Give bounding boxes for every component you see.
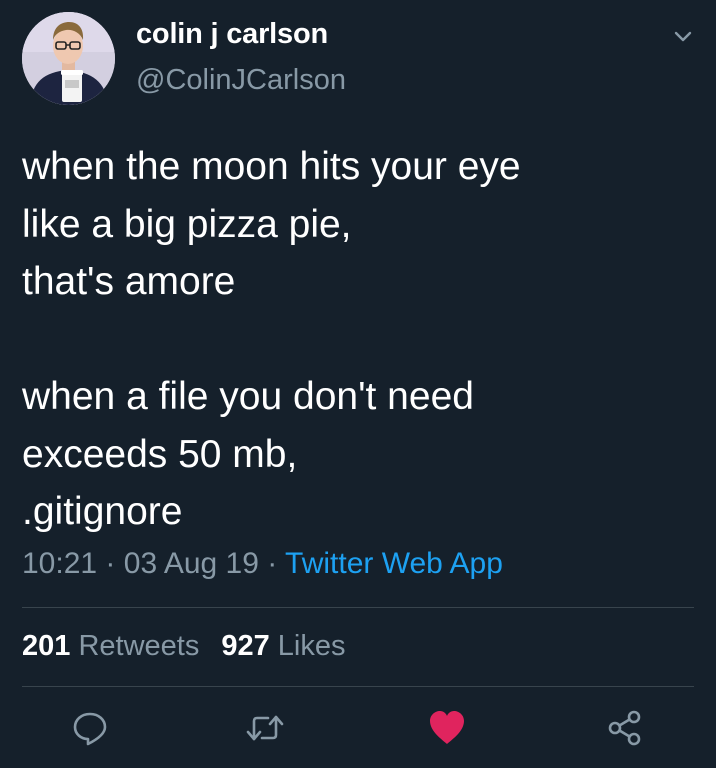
tweet-line: when a file you don't need [22,375,474,418]
tweet: colin j carlson @ColinJCarlson when the … [0,0,716,768]
tweet-line: when the moon hits your eye [22,145,521,188]
tweet-line: exceeds 50 mb, [22,432,298,476]
divider [22,686,694,687]
likes-label: Likes [277,630,346,662]
meta-separator: · [105,547,116,580]
tweet-text: when the moon hits your eye like a big p… [22,138,702,541]
share-icon [608,710,641,746]
meta-separator: · [267,547,278,580]
like-button[interactable] [427,708,467,748]
retweets-stat[interactable]: 201 Retweets [22,630,199,662]
tweet-line: like a big pizza pie, [22,202,352,246]
tweet-date[interactable]: 03 Aug 19 [124,547,259,580]
chevron-down-icon [674,31,692,42]
author-handle[interactable]: @ColinJCarlson [136,64,346,97]
retweets-count: 201 [22,630,71,662]
tweet-metadata: 10:21 · 03 Aug 19 · Twitter Web App [22,547,503,581]
tweet-source-link[interactable]: Twitter Web App [285,547,503,580]
retweet-button[interactable] [245,708,285,748]
tweet-stats: 201 Retweets 927 Likes [22,630,346,663]
more-options-button[interactable] [668,24,698,50]
author-display-name[interactable]: colin j carlson [136,18,328,51]
tweet-line: that's amore [22,260,236,303]
retweet-icon [246,715,284,741]
reply-button[interactable] [70,708,110,748]
divider [22,607,694,608]
avatar[interactable] [22,12,115,105]
likes-stat[interactable]: 927 Likes [221,630,345,662]
likes-count: 927 [221,630,270,662]
tweet-time[interactable]: 10:21 [22,547,97,580]
retweets-label: Retweets [78,630,200,662]
avatar-image [22,12,115,105]
tweet-line: .gitignore [22,490,183,533]
heart-icon [430,711,464,744]
reply-icon [73,712,107,746]
share-button[interactable] [605,708,645,748]
